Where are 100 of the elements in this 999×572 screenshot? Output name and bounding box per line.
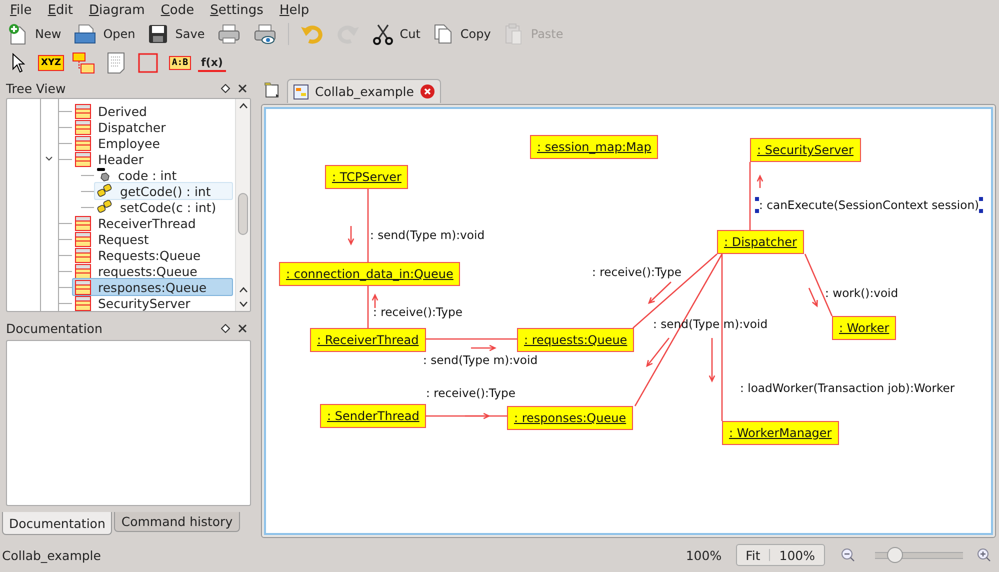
slider-thumb[interactable] [887,547,904,563]
tree-item[interactable]: Requests:Queue [72,246,233,264]
class-icon [75,152,91,166]
tree-item[interactable]: responses:Queue [72,278,233,296]
message-arrow [756,174,764,189]
close-icon [238,324,247,332]
folder-icon [73,23,98,45]
menu-item[interactable]: File [2,2,40,18]
close-icon[interactable] [420,84,435,99]
tree-item[interactable]: ReceiverThread [72,214,233,232]
diagram-canvas[interactable] [264,107,993,535]
printer-icon [216,23,241,45]
message-label[interactable]: : receive():Type [369,304,467,320]
zoom-button[interactable]: Fit [736,548,770,562]
attribute-icon [97,168,111,182]
operation-icon [97,184,113,198]
zoom-in-icon[interactable] [977,548,991,562]
object-node[interactable]: : ReceiverThread [310,328,426,352]
tree-item[interactable]: Employee [72,134,233,152]
tree-item[interactable]: requests:Queue [72,262,233,280]
close-icon [238,84,247,92]
scrollbar[interactable] [235,99,250,311]
diagram-icon [293,84,309,100]
tree-item[interactable]: Header [72,150,233,168]
message-arrow [348,225,354,246]
message-arrow [648,281,672,304]
panel-tab[interactable]: Command history [114,512,240,532]
open-button[interactable]: Open [68,21,140,47]
document-tab[interactable]: Collab_example [287,79,441,103]
object-node[interactable]: : session_map:Map [530,135,658,159]
message-label[interactable]: : canExecute(SessionContext session) [755,197,984,213]
menu-item[interactable]: Code [152,2,202,18]
message-label[interactable]: : receive():Type [588,264,686,280]
message-arrow [470,344,496,352]
tree-item[interactable]: getCode() : int [94,182,233,200]
scrollbar-thumb[interactable] [238,193,248,235]
copy-button[interactable]: Copy [427,21,496,47]
message-label[interactable]: : receive():Type [422,385,520,401]
object-node[interactable]: : connection_data_in:Queue [279,262,460,286]
message-label[interactable]: : send(Type m):void [366,227,489,243]
class-icon [75,232,91,246]
object-node[interactable]: : WorkerManager [722,421,839,445]
stacked-objects-icon [72,51,96,75]
object-node[interactable]: : SecurityServer [750,138,860,162]
class-icon [75,216,91,230]
tree-item[interactable]: code : int [94,166,233,184]
class-icon [75,296,91,310]
diamond-icon [221,84,230,92]
documentation-field[interactable] [6,340,251,506]
message-arrow [372,294,378,309]
save-icon [147,23,170,45]
tree-item[interactable]: SecurityServer [72,294,233,311]
menu-item[interactable]: Edit [40,2,81,18]
message-arrow [808,287,818,308]
panel-title: Tree View [6,80,67,96]
save-button[interactable]: Save [142,21,210,47]
zoom-button[interactable]: 100% [770,548,824,562]
tree-item[interactable]: setCode(c : int) [94,198,233,216]
message-tool[interactable]: f(x) [198,54,226,72]
class-icon [75,280,91,294]
cut-button[interactable]: Cut [366,21,426,47]
class-icon [75,248,91,262]
class-icon [75,120,91,134]
scroll-up-icon[interactable] [238,103,248,109]
object-node[interactable]: : TCPServer [325,165,408,189]
panel-title: Documentation [6,320,104,336]
text-tool[interactable]: A:B [166,50,194,76]
message-label[interactable]: : send(Type m):void [419,352,542,368]
message-label[interactable]: : loadWorker(Transaction job):Worker [736,380,959,396]
object-node[interactable]: : Dispatcher [717,230,804,254]
link-line [367,286,369,328]
message-label[interactable]: : work():void [821,285,902,301]
copy-icon [432,23,454,45]
menu-item[interactable]: Help [271,2,318,18]
object-node[interactable]: : SenderThread [320,404,426,428]
cursor-icon [11,53,25,73]
status-text: Collab_example [2,548,102,562]
scroll-up-icon[interactable] [238,287,248,293]
link-line [804,254,833,316]
diamond-icon [221,324,230,332]
tree-item[interactable]: Dispatcher [72,118,233,136]
tree-item[interactable]: Derived [72,102,233,120]
object-node[interactable]: : responses:Queue [507,406,634,430]
new-button[interactable]: New [2,21,66,47]
class-icon [75,264,91,278]
rectangle-icon [138,53,158,73]
object-node[interactable]: : requests:Queue [517,328,634,352]
tree-item[interactable]: Request [72,230,233,248]
menu-item[interactable]: Settings [202,2,272,18]
class-icon [75,136,91,150]
note-icon [106,52,125,74]
undo-icon [300,23,324,45]
object-node[interactable]: : Worker [832,316,896,340]
message-arrow [708,337,716,382]
zoom-out-icon[interactable] [841,548,855,562]
menu-item[interactable]: Diagram [80,2,153,18]
panel-tab[interactable]: Documentation [2,512,112,535]
scissors-icon [372,23,394,45]
scroll-down-icon[interactable] [238,301,248,307]
expand-caret-icon[interactable] [45,156,53,162]
